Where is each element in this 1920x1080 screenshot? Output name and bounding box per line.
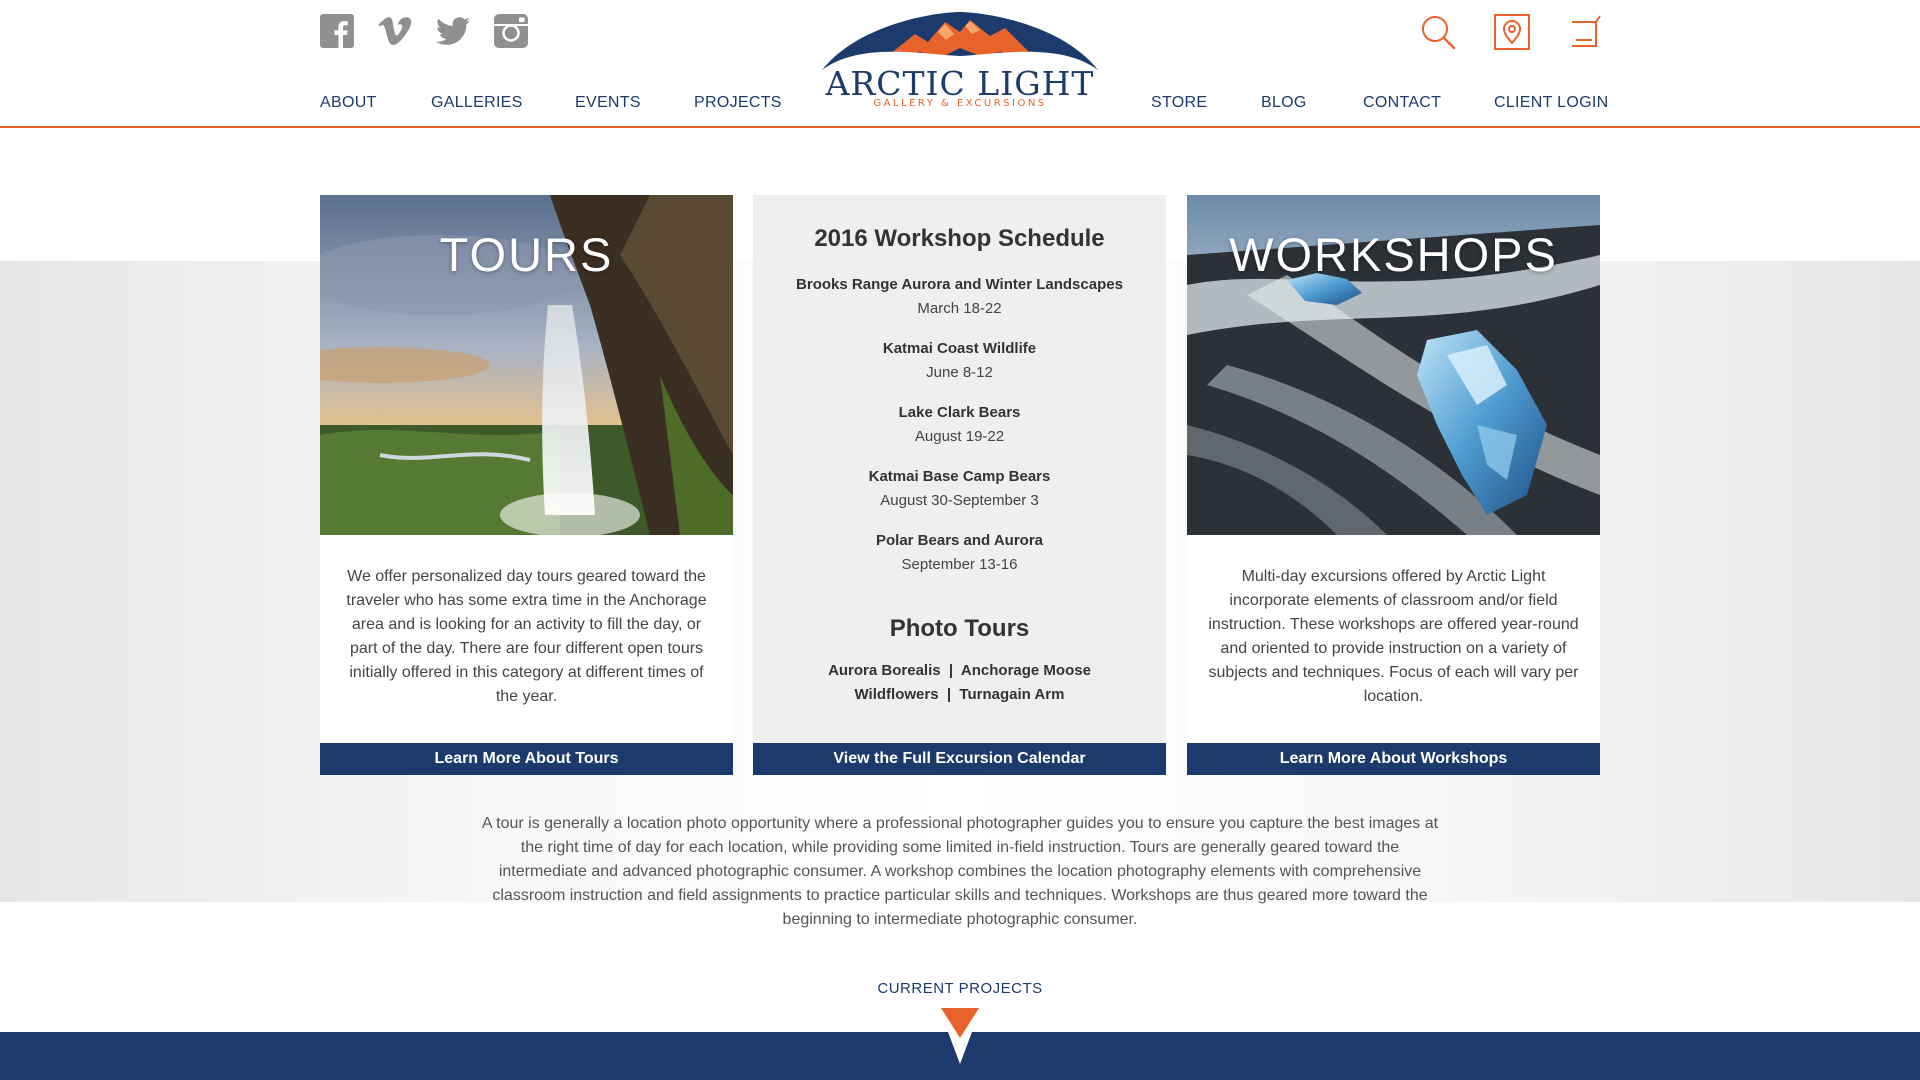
schedule-item-name[interactable]: Brooks Range Aurora and Winter Landscape… [753, 273, 1166, 297]
tours-title: TOURS [439, 228, 614, 281]
nav-about[interactable]: ABOUT [320, 94, 377, 112]
view-calendar-button[interactable]: View the Full Excursion Calendar [753, 743, 1166, 775]
cart-icon[interactable] [1568, 14, 1604, 50]
nav-contact[interactable]: CONTACT [1363, 94, 1441, 112]
down-arrow-icon[interactable] [939, 1008, 981, 1064]
workshops-card: WORKSHOPS Multi-day excursions offered b… [1187, 195, 1600, 775]
schedule-title: 2016 Workshop Schedule [814, 225, 1105, 252]
facebook-icon[interactable] [320, 14, 354, 48]
photo-tours-list: Aurora Borealis | Anchorage Moose Wildfl… [753, 659, 1166, 707]
tours-vs-workshops-text: A tour is generally a location photo opp… [481, 815, 1439, 928]
schedule-item-name[interactable]: Polar Bears and Aurora [753, 529, 1166, 553]
schedule-item-date: August 19-22 [914, 428, 1005, 445]
schedule-item-date: June 8-12 [926, 364, 993, 381]
schedule-list: Brooks Range Aurora and Winter Landscape… [753, 273, 1166, 593]
schedule-item: Brooks Range Aurora and Winter Landscape… [753, 273, 1166, 337]
schedule-item: Lake Clark Bears August 19-22 [753, 401, 1166, 465]
tours-image[interactable]: TOURS [320, 195, 733, 535]
twitter-icon[interactable] [436, 14, 470, 48]
schedule-item-name[interactable]: Katmai Coast Wildlife [753, 337, 1166, 361]
nav-projects[interactable]: PROJECTS [694, 94, 782, 112]
learn-more-tours-button[interactable]: Learn More About Tours [320, 743, 733, 775]
nav-galleries[interactable]: GALLERIES [431, 94, 523, 112]
workshops-image[interactable]: WORKSHOPS [1187, 195, 1600, 535]
schedule-item-date: September 13-16 [901, 556, 1018, 573]
schedule-item-name[interactable]: Lake Clark Bears [753, 401, 1166, 425]
schedule-item-date: August 30-September 3 [880, 492, 1039, 509]
current-projects-heading[interactable]: CURRENT PROJECTS [0, 980, 1920, 997]
logo-mountain-graphic [822, 12, 1098, 70]
learn-more-workshops-button[interactable]: Learn More About Workshops [1187, 743, 1600, 775]
schedule-item: Katmai Coast Wildlife June 8-12 [753, 337, 1166, 401]
search-icon[interactable] [1420, 14, 1456, 50]
photo-tours-line[interactable]: Aurora Borealis | Anchorage Moose [753, 659, 1166, 683]
schedule-item-date: March 18-22 [917, 300, 1002, 317]
header-tools [1420, 14, 1604, 50]
schedule-item: Polar Bears and Aurora September 13-16 [753, 529, 1166, 593]
vimeo-icon[interactable] [378, 14, 412, 48]
schedule-item-name[interactable]: Katmai Base Camp Bears [753, 465, 1166, 489]
tours-card: TOURS We offer personalized day tours ge… [320, 195, 733, 775]
logo[interactable]: ARCTIC LIGHT GALLERY & EXCURSIONS [820, 12, 1100, 116]
instagram-icon[interactable] [494, 14, 528, 48]
nav-client-login[interactable]: CLIENT LOGIN [1494, 94, 1608, 112]
tours-description: We offer personalized day tours geared t… [346, 568, 707, 705]
schedule-item: Katmai Base Camp Bears August 30-Septemb… [753, 465, 1166, 529]
map-pin-icon[interactable] [1494, 14, 1530, 50]
nav-events[interactable]: EVENTS [575, 94, 641, 112]
schedule-card: 2016 Workshop Schedule Brooks Range Auro… [753, 195, 1166, 775]
nav-blog[interactable]: BLOG [1261, 94, 1307, 112]
site-header: ARCTIC LIGHT GALLERY & EXCURSIONS ABOUT … [0, 0, 1920, 128]
workshops-description: Multi-day excursions offered by Arctic L… [1208, 568, 1579, 705]
workshops-title: WORKSHOPS [1229, 228, 1558, 281]
logo-subtitle: GALLERY & EXCURSIONS [873, 98, 1047, 109]
social-links [320, 14, 528, 48]
photo-tours-line[interactable]: Wildflowers | Turnagain Arm [753, 683, 1166, 707]
nav-store[interactable]: STORE [1151, 94, 1207, 112]
photo-tours-title: Photo Tours [889, 615, 1030, 642]
